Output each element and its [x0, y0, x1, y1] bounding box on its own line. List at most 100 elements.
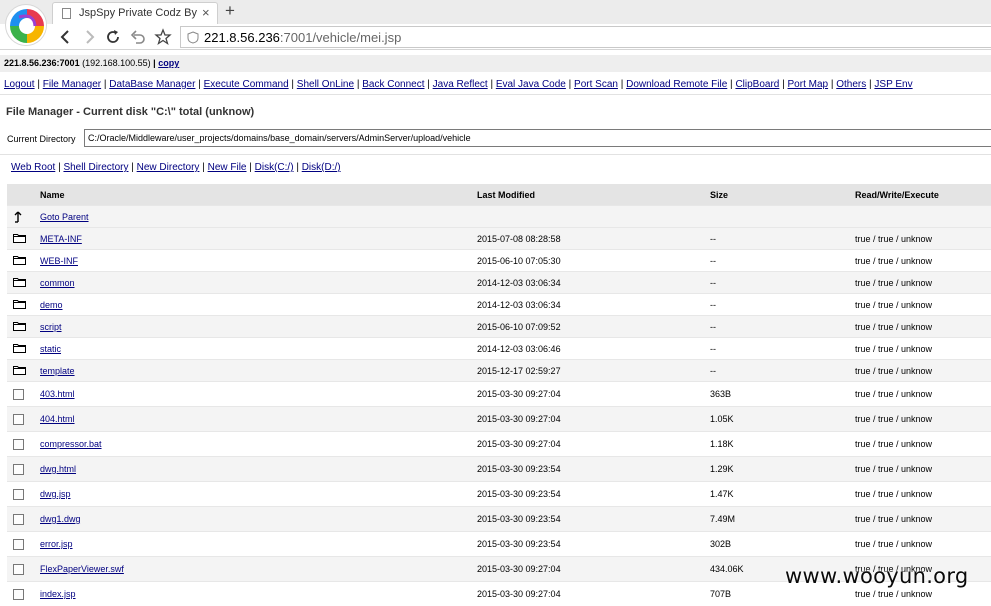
menu-item-eval-java-code[interactable]: Eval Java Code [496, 79, 566, 90]
name-cell: dwg.html [40, 457, 76, 482]
link-disk-c[interactable]: Disk(C:/) [255, 162, 294, 173]
file-checkbox[interactable] [13, 589, 27, 600]
file-checkbox[interactable] [13, 489, 27, 500]
file-row: 404.html 2015-03-30 09:27:04 1.05K true / t… [7, 407, 991, 432]
modified-cell: 2015-03-30 09:27:04 [477, 589, 561, 599]
directory-link[interactable]: static [40, 344, 61, 354]
directory-link[interactable]: WEB-INF [40, 256, 78, 266]
modified-cell: 2015-03-30 09:27:04 [477, 439, 561, 449]
directory-link[interactable]: common [40, 278, 75, 288]
menu-item-shell-online[interactable]: Shell OnLine [297, 79, 354, 90]
name-cell: static [40, 338, 61, 360]
column-header-name: Name [40, 190, 65, 200]
directory-row: static 2014-12-03 03:06:46 -- true / true /… [7, 338, 991, 360]
permissions-cell: true / true / unknow [855, 514, 933, 524]
link-new-directory[interactable]: New Directory [137, 162, 200, 173]
file-link[interactable]: compressor.bat [40, 439, 102, 449]
directory-row: demo 2014-12-03 03:06:34 -- true / true / u… [7, 294, 991, 316]
address-bar[interactable]: 221.8.56.236:7001/vehicle/mei.jsp [180, 26, 991, 48]
undo-close-tab-button[interactable] [128, 27, 148, 47]
bookmark-button[interactable] [153, 27, 173, 47]
menu-item-logout[interactable]: Logout [4, 79, 35, 90]
directory-link[interactable]: template [40, 366, 75, 376]
name-cell: script [40, 316, 62, 338]
modified-cell: 2015-12-17 02:59:27 [477, 366, 561, 376]
file-link[interactable]: dwg.jsp [40, 489, 71, 499]
directory-row: WEB-INF 2015-06-10 07:05:30 -- true / true … [7, 250, 991, 272]
permissions-cell: true / true / unknow [855, 414, 933, 424]
file-checkbox[interactable] [13, 439, 27, 450]
link-web-root[interactable]: Web Root [11, 162, 55, 173]
size-cell: 7.49M [710, 514, 736, 524]
file-checkbox[interactable] [13, 389, 27, 400]
file-link[interactable]: FlexPaperViewer.swf [40, 564, 124, 574]
refresh-button[interactable] [103, 27, 123, 47]
divider [0, 94, 991, 95]
tab-close-button[interactable]: × [202, 6, 210, 20]
file-row: dwg.html 2015-03-30 09:23:54 1.29K true / t… [7, 457, 991, 482]
permissions-cell: true / true / unknow [855, 464, 933, 474]
file-checkbox[interactable] [13, 514, 27, 525]
link-separator: | [128, 162, 137, 173]
menu-item-port-scan[interactable]: Port Scan [574, 79, 618, 90]
modified-cell: 2015-03-30 09:23:54 [477, 514, 561, 524]
menu-separator: | [779, 79, 788, 90]
menu-item-download-remote-file[interactable]: Download Remote File [626, 79, 727, 90]
directory-link[interactable]: demo [40, 300, 63, 310]
menu-item-file-manager[interactable]: File Manager [43, 79, 101, 90]
goto-parent-link[interactable]: Goto Parent [40, 212, 89, 222]
name-cell: META-INF [40, 228, 82, 250]
link-new-file[interactable]: New File [208, 162, 247, 173]
modified-cell: 2015-03-30 09:23:54 [477, 464, 561, 474]
permissions-cell: true / true / unknow [855, 278, 933, 288]
size-cell: -- [710, 234, 716, 244]
file-row: dwg1.dwg 2015-03-30 09:23:54 7.49M true / t… [7, 507, 991, 532]
name-cell: dwg1.dwg [40, 507, 81, 532]
file-link[interactable]: dwg.html [40, 464, 76, 474]
file-table: Name Last Modified Size Read/Write/Execu… [7, 184, 991, 606]
menu-item-port-map[interactable]: Port Map [788, 79, 829, 90]
permissions-cell: true / true / unknow [855, 322, 933, 332]
menu-item-database-manager[interactable]: DataBase Manager [109, 79, 195, 90]
file-checkbox[interactable] [13, 464, 27, 475]
file-checkbox[interactable] [13, 539, 27, 550]
file-row: compressor.bat 2015-03-30 09:27:04 1.18K tr… [7, 432, 991, 457]
modified-cell: 2014-12-03 03:06:34 [477, 300, 561, 310]
size-cell: 1.18K [710, 439, 734, 449]
forward-button[interactable] [79, 27, 99, 47]
link-disk-d[interactable]: Disk(D:/) [302, 162, 341, 173]
new-tab-button[interactable]: + [225, 1, 235, 21]
file-link[interactable]: 403.html [40, 389, 75, 399]
folder-icon [13, 321, 27, 331]
directory-link[interactable]: META-INF [40, 234, 82, 244]
directory-link[interactable]: script [40, 322, 62, 332]
goto-parent-row: Goto Parent [7, 206, 991, 228]
host-ip: (192.168.100.55) [82, 58, 151, 68]
file-link[interactable]: 404.html [40, 414, 75, 424]
menu-item-jsp-env[interactable]: JSP Env [874, 79, 912, 90]
file-checkbox[interactable] [13, 564, 27, 575]
current-directory-input[interactable]: C:/Oracle/Middleware/user_projects/domai… [84, 129, 991, 147]
browser-nav-bar: 221.8.56.236:7001/vehicle/mei.jsp [0, 24, 991, 50]
menu-item-clipboard[interactable]: ClipBoard [735, 79, 779, 90]
modified-cell: 2014-12-03 03:06:34 [477, 278, 561, 288]
file-link[interactable]: error.jsp [40, 539, 73, 549]
file-link[interactable]: dwg1.dwg [40, 514, 81, 524]
directory-row: common 2014-12-03 03:06:34 -- true / true /… [7, 272, 991, 294]
back-button[interactable] [56, 27, 76, 47]
name-cell: compressor.bat [40, 432, 102, 457]
link-shell-directory[interactable]: Shell Directory [63, 162, 128, 173]
file-link[interactable]: index.jsp [40, 589, 76, 599]
size-cell: 1.47K [710, 489, 734, 499]
menu-item-execute-command[interactable]: Execute Command [204, 79, 289, 90]
current-directory-label: Current Directory [7, 134, 76, 144]
menu-item-java-reflect[interactable]: Java Reflect [433, 79, 488, 90]
menu-item-back-connect[interactable]: Back Connect [362, 79, 424, 90]
file-checkbox[interactable] [13, 414, 27, 425]
browser-tab[interactable]: JspSpy Private Codz By - × [52, 2, 218, 24]
host-info-bar: 221.8.56.236:7001 (192.168.100.55) | cop… [0, 55, 991, 72]
copy-link[interactable]: copy [158, 58, 179, 68]
tab-title: JspSpy Private Codz By - [79, 7, 199, 19]
name-cell: dwg.jsp [40, 482, 71, 507]
menu-item-others[interactable]: Others [836, 79, 866, 90]
